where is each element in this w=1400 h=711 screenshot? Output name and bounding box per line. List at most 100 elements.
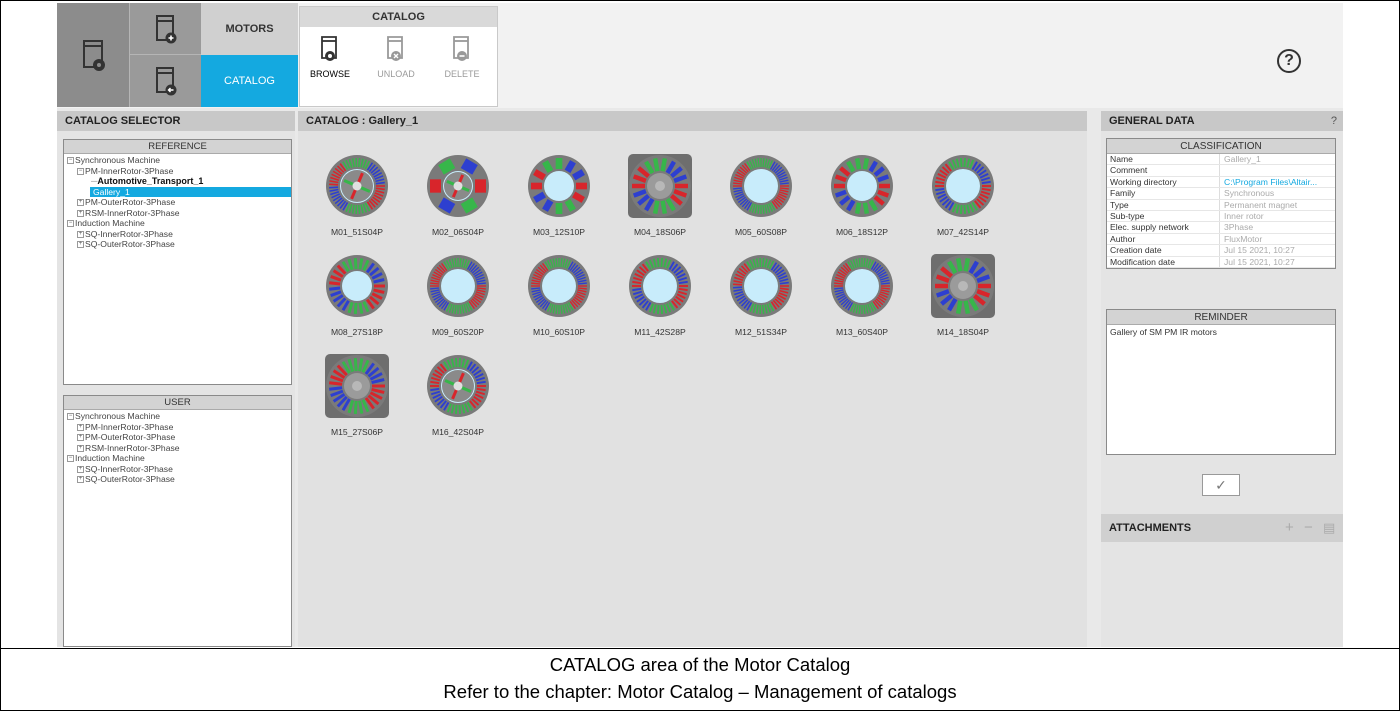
tree-node[interactable]: + SQ-OuterRotor-3Phase: [64, 474, 291, 485]
motor-thumbnail[interactable]: M04_18S06P: [616, 153, 704, 237]
collapse-icon[interactable]: −: [67, 220, 74, 228]
stator-coil: [858, 304, 861, 314]
general-data-help-icon[interactable]: ?: [1331, 111, 1337, 131]
tree-node[interactable]: − Induction Machine: [64, 218, 291, 229]
motor-thumbnail[interactable]: M15_27S06P: [313, 353, 401, 437]
import-motor-button[interactable]: [129, 55, 201, 107]
stator-coil: [476, 380, 486, 385]
expand-icon[interactable]: +: [77, 465, 84, 473]
stator-coil: [560, 304, 563, 314]
caption-line-1: CATALOG area of the Motor Catalog: [549, 654, 851, 675]
collapse-icon[interactable]: −: [67, 157, 74, 165]
motor-thumbnail[interactable]: M11_42S28P: [616, 253, 704, 337]
trash-icon[interactable]: ▤: [1323, 514, 1335, 542]
motor-thumbnail[interactable]: M05_60S08P: [717, 153, 805, 237]
expand-icon[interactable]: +: [77, 209, 84, 217]
classification-value[interactable]: Jul 15 2021, 10:27: [1220, 257, 1335, 267]
stator-coil: [430, 387, 440, 392]
delete-icon: [453, 36, 469, 61]
stator-coil: [531, 282, 541, 285]
tree-node[interactable]: + PM-OuterRotor-3Phase: [64, 197, 291, 208]
classification-value[interactable]: Permanent magnet: [1220, 200, 1335, 210]
tab-motors[interactable]: MOTORS: [201, 3, 298, 55]
classification-title: CLASSIFICATION: [1107, 139, 1335, 154]
tree-node[interactable]: − Synchronous Machine: [64, 155, 291, 166]
tree-node-label: Automotive_Transport_1: [97, 176, 204, 186]
remove-attachment-icon[interactable]: −: [1304, 514, 1313, 542]
classification-value[interactable]: [1220, 165, 1335, 175]
unload-button[interactable]: UNLOAD: [368, 35, 424, 79]
tree-node[interactable]: − Synchronous Machine: [64, 411, 291, 422]
stator-coil: [454, 358, 458, 368]
classification-value[interactable]: FluxMotor: [1220, 234, 1335, 244]
motor-thumbnail[interactable]: M14_18S04P: [919, 253, 1007, 337]
classification-value[interactable]: Synchronous: [1220, 188, 1335, 198]
classification-value[interactable]: Gallery_1: [1220, 154, 1335, 164]
stator-coil: [430, 380, 440, 385]
browse-icon: [321, 36, 337, 61]
tree-node[interactable]: + RSM-InnerRotor-3Phase: [64, 208, 291, 219]
motor-thumbnail[interactable]: M10_60S10P: [515, 253, 603, 337]
stator-coil: [430, 287, 440, 290]
classification-value[interactable]: Jul 15 2021, 10:27: [1220, 245, 1335, 255]
classification-value[interactable]: C:\Program Files\Altair...: [1220, 177, 1335, 187]
tree-node[interactable]: − PM-InnerRotor-3Phase: [64, 166, 291, 177]
motor-thumbnail[interactable]: M03_12S10P: [515, 153, 603, 237]
motor-thumbnail[interactable]: M16_42S04P: [414, 353, 502, 437]
motor-thumbnail[interactable]: M06_18S12P: [818, 153, 906, 237]
tree-node-label: RSM-InnerRotor-3Phase: [85, 442, 180, 453]
expand-icon[interactable]: +: [77, 434, 84, 442]
tree-node[interactable]: − Induction Machine: [64, 453, 291, 464]
tree-node[interactable]: + PM-InnerRotor-3Phase: [64, 422, 291, 433]
validate-checkmark-button[interactable]: ✓: [1202, 474, 1240, 496]
tree-node[interactable]: Gallery_1: [90, 186, 291, 197]
tree-node[interactable]: + PM-OuterRotor-3Phase: [64, 432, 291, 443]
expand-icon[interactable]: +: [77, 476, 84, 484]
help-icon[interactable]: ?: [1277, 49, 1301, 73]
stator-coil: [660, 200, 668, 214]
ribbon: MOTORS CATALOG CATALOG BROWSE UNLOAD DEL…: [57, 3, 1343, 108]
expand-icon[interactable]: +: [77, 241, 84, 249]
module-home-button[interactable]: [57, 3, 129, 107]
motor-thumbnail[interactable]: M13_60S40P: [818, 253, 906, 337]
motor-thumbnail[interactable]: M02_06S04P: [414, 153, 502, 237]
motor-thumbnail[interactable]: M07_42S14P: [919, 153, 1007, 237]
classification-value[interactable]: Inner rotor: [1220, 211, 1335, 221]
motor-thumbnail[interactable]: M08_27S18P: [313, 253, 401, 337]
tree-node[interactable]: ─Automotive_Transport_1: [64, 176, 291, 187]
tree-node-label: PM-OuterRotor-3Phase: [85, 197, 176, 207]
ribbon-group-title: CATALOG: [300, 7, 497, 27]
add-attachment-icon[interactable]: +: [1285, 514, 1294, 542]
motor-thumbnail[interactable]: M09_60S20P: [414, 253, 502, 337]
collapse-icon[interactable]: −: [77, 167, 84, 175]
stator-coil: [963, 158, 967, 168]
motor-thumbnail[interactable]: M01_51S04P: [313, 153, 401, 237]
motor-label: M08_27S18P: [330, 327, 384, 337]
expand-icon[interactable]: +: [77, 199, 84, 207]
expand-icon[interactable]: +: [77, 423, 84, 431]
expand-icon[interactable]: +: [77, 444, 84, 452]
tab-catalog[interactable]: CATALOG: [201, 55, 298, 107]
tree-node[interactable]: + SQ-InnerRotor-3Phase: [64, 229, 291, 240]
classification-row: Creation date Jul 15 2021, 10:27: [1107, 245, 1335, 257]
delete-button[interactable]: DELETE: [434, 35, 490, 79]
rotor-bore: [845, 269, 879, 303]
browse-label: BROWSE: [309, 69, 350, 79]
motor-thumbnail[interactable]: M12_51S34P: [717, 253, 805, 337]
expand-icon[interactable]: +: [77, 230, 84, 238]
tree-node[interactable]: + RSM-InnerRotor-3Phase: [64, 443, 291, 454]
motor-cross-section-icon: [326, 255, 388, 317]
new-motor-button[interactable]: [129, 3, 201, 55]
stator-coil: [430, 282, 440, 285]
stator-coil: [733, 187, 743, 190]
collapse-icon[interactable]: −: [67, 413, 74, 421]
tree-node[interactable]: + SQ-InnerRotor-3Phase: [64, 464, 291, 475]
stator-coil: [454, 304, 457, 314]
reminder-text[interactable]: Gallery of SM PM IR motors: [1107, 325, 1335, 339]
tree-node-label: SQ-OuterRotor-3Phase: [85, 474, 175, 484]
caption-divider: [0, 648, 1400, 649]
collapse-icon[interactable]: −: [67, 455, 74, 463]
browse-button[interactable]: BROWSE: [302, 35, 358, 79]
classification-value[interactable]: 3Phase: [1220, 222, 1335, 232]
tree-node[interactable]: + SQ-OuterRotor-3Phase: [64, 239, 291, 250]
